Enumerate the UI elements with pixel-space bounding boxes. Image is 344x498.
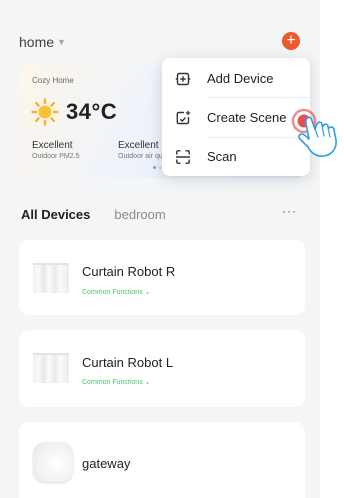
page-dots [153, 166, 162, 169]
more-icon[interactable]: ··· [282, 204, 297, 218]
page-dot-active [153, 166, 156, 169]
common-functions-link[interactable]: Common Functions ⌄ [82, 288, 151, 296]
chevron-down-icon: ⌄ [144, 289, 151, 296]
plus-icon: + [286, 32, 296, 49]
curtain-robot-icon [33, 263, 69, 293]
app-screen: home ▼ + Cozy Home 34°C Excellent Outdoo… [0, 0, 320, 498]
scan-icon [176, 149, 190, 164]
sun-icon [31, 98, 59, 126]
menu-item-label: Create Scene [207, 110, 287, 125]
temperature: 34°C [66, 99, 118, 124]
tab-all-devices[interactable]: All Devices [21, 207, 90, 222]
weather-home-name: Cozy Home [32, 76, 74, 85]
metric-pm25: Excellent Outdoor PM2.5 [32, 140, 79, 160]
device-name: Curtain Robot L [82, 355, 174, 370]
curtain-robot-icon [33, 353, 69, 383]
tap-gesture-hand-icon [291, 108, 337, 157]
home-label: home [19, 34, 55, 50]
device-card-curtain-r[interactable]: Curtain Robot R Common Functions ⌄ [19, 240, 305, 315]
menu-item-add-device[interactable]: Add Device [162, 59, 310, 98]
add-device-icon [175, 72, 191, 85]
menu-item-label: Add Device [207, 71, 274, 86]
device-name: gateway [82, 456, 131, 471]
tab-bedroom[interactable]: bedroom [114, 207, 165, 222]
chevron-down-icon: ⌄ [144, 379, 151, 386]
home-selector[interactable]: home ▼ [19, 34, 66, 50]
create-scene-icon [176, 110, 191, 124]
metric-label: Outdoor PM2.5 [32, 153, 80, 160]
common-functions-link[interactable]: Common Functions ⌄ [82, 378, 151, 386]
device-name: Curtain Robot R [82, 264, 176, 279]
device-card-gateway[interactable]: gateway [19, 422, 305, 498]
common-functions-label: Common Functions [82, 289, 143, 296]
device-card-curtain-l[interactable]: Curtain Robot L Common Functions ⌄ [19, 330, 305, 407]
metric-value: Excellent [32, 140, 73, 151]
room-tabs: All Devices bedroom [21, 207, 166, 222]
menu-item-label: Scan [207, 149, 237, 164]
add-button[interactable]: + [282, 32, 300, 50]
common-functions-label: Common Functions [82, 379, 143, 386]
caret-down-icon: ▼ [57, 37, 66, 47]
gateway-icon [33, 442, 73, 482]
weather-summary: 34°C [31, 98, 117, 126]
